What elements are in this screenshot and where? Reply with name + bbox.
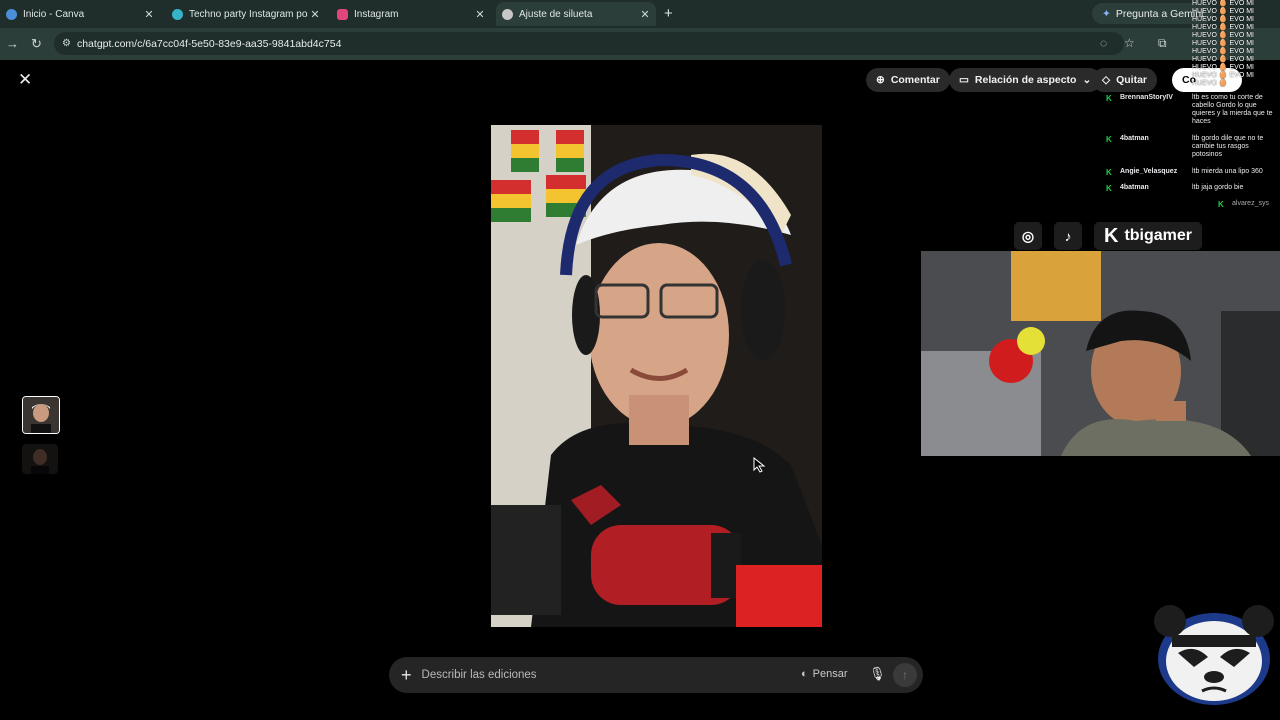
chat-message: K Angie_Velasquez ltb mierda una lipo 36…: [1106, 168, 1274, 177]
tab-bar: Inicio - Canva ✕ Techno party Instagram …: [0, 0, 1280, 28]
chat-text: ltb mierda una lipo 360: [1192, 168, 1263, 175]
chat-text: ltb jaja gordo bie: [1192, 184, 1244, 191]
close-icon[interactable]: ✕: [142, 8, 156, 21]
chat-username: alvarez_sys: [1232, 200, 1269, 207]
overlay-line: HUEVO 🥚 EVO MI: [1192, 56, 1255, 63]
aspect-ratio-label: Relación de aspecto: [974, 74, 1077, 86]
panda-mascot-icon: [1154, 605, 1274, 705]
think-label: Pensar: [812, 668, 848, 680]
edit-description-input[interactable]: [419, 668, 784, 682]
remove-button[interactable]: ◇ Quitar: [1092, 68, 1157, 92]
thumbnail-image: [22, 444, 58, 474]
webcam-image: [921, 251, 1280, 456]
canva-icon: [6, 8, 17, 20]
gemini-icon: ✦: [1102, 7, 1111, 20]
extensions-icon[interactable]: ⧉: [1158, 36, 1167, 51]
forward-icon[interactable]: →: [6, 36, 19, 51]
tab-instagram[interactable]: Instagram ✕: [331, 2, 491, 26]
canva-icon: [172, 8, 183, 20]
aspect-ratio-icon: ▭: [959, 74, 969, 86]
chat-username: 4batman: [1120, 184, 1149, 191]
add-attachment-icon[interactable]: +: [401, 665, 412, 686]
gemini-label: Pregunta a Gemini: [1115, 7, 1204, 20]
panda-logo: [1150, 601, 1278, 709]
kick-icon: K: [1106, 94, 1112, 103]
tab-techno-party[interactable]: Techno party Instagram post - ✕: [166, 2, 326, 26]
thumbnail-current[interactable]: [22, 396, 60, 434]
kick-icon: K: [1106, 184, 1112, 193]
chat-message: K BrennanStoryIV ltb es como tu corte de…: [1106, 94, 1274, 126]
overlay-line: HUEVO 🥚 EVO MI: [1192, 48, 1255, 55]
overlay-line: HUEVO 🥚 EVO MI: [1192, 16, 1255, 23]
tab-title: Ajuste de silueta: [519, 8, 593, 20]
kick-icon: K: [1104, 224, 1119, 247]
chat-username: 4batman: [1120, 135, 1149, 142]
chat-username: BrennanStoryIV: [1120, 94, 1173, 101]
stream-spam-overlay: HUEVO 🥚 EVO MI HUEVO 🥚 EVO MI HUEVO 🥚 EV…: [1192, 0, 1254, 88]
kick-icon: K: [1218, 200, 1224, 209]
chat-message: K 4batman ltb gordo dile que no te cambi…: [1106, 135, 1274, 159]
microphone-icon[interactable]: 🎙: [869, 666, 886, 682]
kick-icon: K: [1106, 168, 1112, 177]
close-icon[interactable]: ✕: [473, 8, 487, 21]
tab-canva-home[interactable]: Inicio - Canva ✕: [0, 2, 160, 26]
tab-title: Techno party Instagram post -: [189, 8, 308, 20]
overlay-line: HUEVO 🥚 EVO MI: [1192, 8, 1255, 15]
new-tab-icon[interactable]: +: [664, 5, 673, 22]
close-icon[interactable]: ✕: [308, 8, 322, 21]
chevron-down-icon: ⌄: [1082, 74, 1092, 86]
instagram-icon: [337, 8, 348, 20]
overlay-line: HUEVO 🥚: [1192, 80, 1228, 87]
star-icon[interactable]: ☆: [1124, 36, 1135, 50]
tab-ajuste-silueta[interactable]: Ajuste de silueta ✕: [496, 2, 656, 26]
url-field[interactable]: ⚙ chatgpt.com/c/6a7cc04f-5e50-83e9-aa35-…: [54, 32, 1124, 55]
comment-label: Comentar: [890, 74, 940, 86]
url-text: chatgpt.com/c/6a7cc04f-5e50-83e9-aa35-98…: [76, 37, 342, 50]
brand-name: tbigamer: [1124, 227, 1193, 244]
overlay-line: HUEVO 🥚 EVO MI: [1192, 32, 1255, 39]
close-editor-icon[interactable]: ✕: [18, 70, 32, 90]
site-info-icon[interactable]: ⚙: [62, 38, 71, 49]
webcam-feed: [921, 251, 1280, 456]
overlay-line: HUEVO 🥚 EVO MI: [1192, 64, 1255, 71]
kick-brand: K tbigamer: [1094, 222, 1203, 250]
tiktok-icon: ♪: [1054, 222, 1082, 250]
tab-title: Instagram: [354, 8, 399, 20]
arrow-up-icon: ↑: [902, 668, 908, 682]
add-comment-icon: ⊕: [876, 74, 885, 86]
tab-title: Inicio - Canva: [23, 8, 85, 20]
person-with-headset-photo: [491, 125, 822, 627]
lightbulb-icon: ◐: [801, 668, 808, 680]
overlay-line: HUEVO 🥚 EVO MI: [1192, 40, 1255, 47]
chatgpt-icon: [502, 8, 513, 20]
prompt-bar: + ◐ Pensar 🎙 ↑: [389, 657, 923, 693]
think-button[interactable]: ◐ Pensar: [801, 668, 848, 680]
overlay-line: HUEVO 🥚 EVO MI: [1192, 72, 1255, 79]
kick-icon: K: [1106, 135, 1112, 144]
mouse-cursor-icon: [753, 457, 766, 473]
reload-icon[interactable]: ↻: [31, 36, 42, 52]
eraser-icon: ◇: [1102, 74, 1111, 86]
close-icon[interactable]: ✕: [638, 8, 652, 21]
eye-off-icon[interactable]: ◌: [1100, 36, 1107, 50]
instagram-icon: ◎: [1014, 222, 1042, 250]
chat-message: K alvarez_sys: [1218, 200, 1269, 209]
thumbnail-image: [23, 397, 59, 433]
remove-label: Quitar: [1116, 74, 1147, 86]
address-bar-row: → ↻ ⚙ chatgpt.com/c/6a7cc04f-5e50-83e9-a…: [0, 28, 1280, 60]
overlay-line: HUEVO 🥚 EVO MI: [1192, 0, 1255, 7]
overlay-line: HUEVO 🥚 EVO MI: [1192, 24, 1255, 31]
thumbnail-previous[interactable]: [22, 444, 58, 474]
chat-message: K 4batman ltb jaja gordo bie: [1106, 184, 1274, 193]
edited-photo[interactable]: [491, 125, 822, 627]
social-bar: ◎ ♪ K tbigamer: [1014, 222, 1203, 250]
send-button[interactable]: ↑: [893, 663, 917, 687]
chat-text: ltb es como tu corte de cabello Gordo lo…: [1192, 94, 1273, 125]
chat-username: Angie_Velasquez: [1120, 168, 1178, 175]
comment-button[interactable]: ⊕ Comentar: [866, 68, 950, 92]
chat-text: ltb gordo dile que no te cambie tus rasg…: [1192, 135, 1264, 158]
aspect-ratio-button[interactable]: ▭ Relación de aspecto ⌄: [949, 68, 1102, 92]
